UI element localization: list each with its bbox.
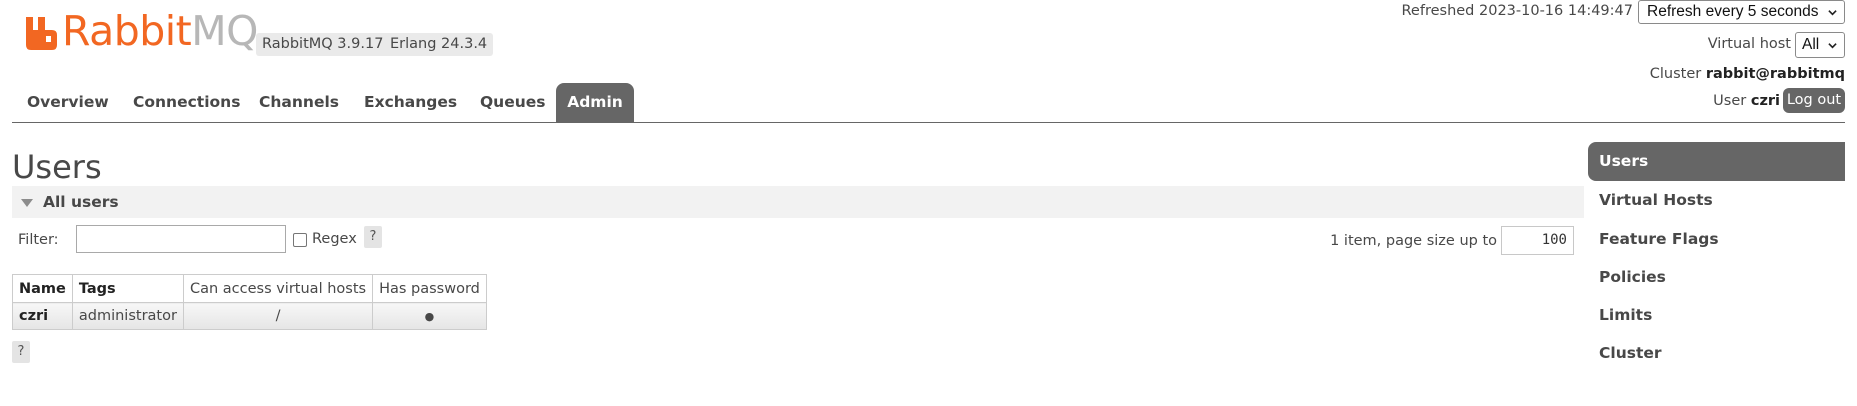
last-refreshed-text: Refreshed 2023-10-16 14:49:47 [1401, 3, 1634, 19]
virtual-host-value: All [1802, 36, 1820, 53]
paging-info: 1 item, page size up to [1330, 233, 1497, 249]
tab-queues[interactable]: Queues [480, 83, 546, 122]
virtual-host-select[interactable]: All [1795, 32, 1845, 58]
refresh-interval-select[interactable]: Refresh every 5 seconds [1638, 0, 1845, 24]
rabbitmq-logo[interactable]: RabbitMQTM [26, 8, 280, 54]
tab-overview[interactable]: Overview [27, 83, 109, 122]
page-title: Users [12, 148, 102, 186]
chevron-down-icon [1828, 43, 1837, 49]
user-tags-cell: administrator [71, 302, 184, 330]
refresh-interval-value: Refresh every 5 seconds [1647, 3, 1819, 20]
current-user-info: User czri [1713, 90, 1780, 112]
column-header-tags[interactable]: Tags [71, 274, 184, 303]
rabbitmq-logo-icon [26, 17, 57, 50]
user-name-cell[interactable]: czri [12, 302, 73, 330]
regex-checkbox[interactable] [293, 233, 307, 247]
section-title: All users [43, 193, 119, 211]
cluster-info: Cluster rabbit@rabbitmq [1650, 63, 1845, 85]
user-label: User [1713, 93, 1747, 109]
sidebar-item-feature-flags[interactable]: Feature Flags [1588, 220, 1845, 259]
logo-wordmark-mq: MQ [191, 7, 258, 55]
all-users-section-header[interactable]: All users [12, 186, 1584, 218]
table-row[interactable]: czri administrator / ● [12, 302, 487, 330]
sidebar-item-users[interactable]: Users [1588, 142, 1845, 181]
page-size-input[interactable]: 100 [1501, 226, 1574, 255]
sidebar-item-virtual-hosts[interactable]: Virtual Hosts [1588, 181, 1845, 220]
table-header-row: Name Tags Can access virtual hosts Has p… [12, 274, 487, 303]
filter-input[interactable] [76, 225, 286, 253]
rabbitmq-version-badge: RabbitMQ 3.9.17 [256, 33, 390, 56]
user-name: czri [1750, 93, 1780, 109]
erlang-version-badge: Erlang 24.3.4 [384, 33, 494, 56]
tab-admin[interactable]: Admin [556, 83, 634, 122]
users-table: Name Tags Can access virtual hosts Has p… [12, 274, 487, 330]
column-header-name[interactable]: Name [12, 274, 73, 303]
triangle-down-icon [21, 199, 33, 207]
chevron-down-icon [1828, 10, 1837, 16]
sidebar-item-policies[interactable]: Policies [1588, 258, 1845, 297]
table-help-button[interactable]: ? [12, 341, 30, 363]
column-header-vhosts[interactable]: Can access virtual hosts [182, 274, 374, 303]
logo-wordmark-rabbit: Rabbit [62, 7, 192, 55]
tab-exchanges[interactable]: Exchanges [364, 83, 457, 122]
regex-help-button[interactable]: ? [364, 226, 382, 248]
tab-channels[interactable]: Channels [259, 83, 339, 122]
logout-button[interactable]: Log out [1783, 88, 1845, 113]
sidebar-item-limits[interactable]: Limits [1588, 296, 1845, 335]
cluster-label: Cluster [1649, 66, 1702, 82]
column-header-has-password[interactable]: Has password [372, 274, 487, 303]
filter-label: Filter: [18, 232, 59, 248]
tab-connections[interactable]: Connections [133, 83, 240, 122]
tabs-divider [12, 122, 1845, 123]
cluster-name: rabbit@rabbitmq [1705, 66, 1845, 82]
user-vhosts-cell: / [182, 302, 374, 330]
sidebar-item-cluster[interactable]: Cluster [1588, 334, 1845, 373]
regex-label[interactable]: Regex [312, 228, 357, 250]
user-has-password-cell: ● [372, 302, 487, 330]
virtual-host-label: Virtual host [1707, 36, 1791, 52]
